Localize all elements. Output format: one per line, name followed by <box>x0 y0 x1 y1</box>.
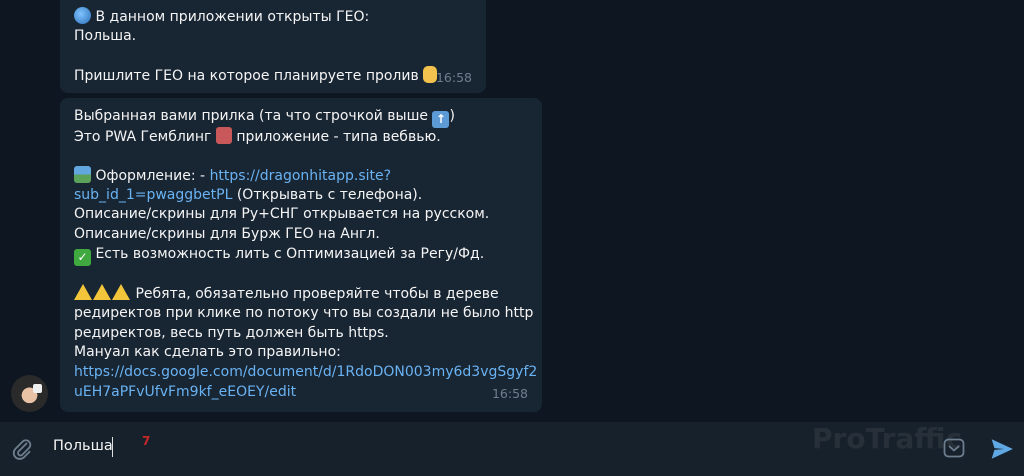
message-line <box>74 46 472 66</box>
message-line: В данном приложении открыты ГЕО: <box>74 7 472 27</box>
message-line <box>74 146 528 166</box>
design-link[interactable]: https://dragonhitapp.site? <box>210 168 392 184</box>
manual-link-cont[interactable]: uEH7aPFvUfvFm9kf_eEOEY/edit <box>74 383 528 403</box>
message-line: Пришлите ГЕО на которое планируете проли… <box>74 66 472 86</box>
message-input[interactable]: Польша <box>53 438 113 454</box>
message-time: 16:58 <box>435 70 472 86</box>
design-link-cont[interactable]: sub_id_1=pwaggbetPL <box>74 187 232 203</box>
message-composer: Польша 7 ProTraffic <box>0 422 1024 476</box>
warning-icon <box>74 284 92 301</box>
message-line: ✓ Есть возможность лить с Оптимизацией з… <box>74 245 528 266</box>
message-line: sub_id_1=pwaggbetPL (Открывать с телефон… <box>74 186 423 203</box>
message-line: Это PWA Гемблинг приложение - типа вебвь… <box>74 126 441 145</box>
text-caret <box>112 437 113 457</box>
up-arrow-icon: ↑ <box>432 111 450 128</box>
emoji-icon[interactable] <box>942 436 966 460</box>
manual-link[interactable]: https://docs.google.com/document/d/1RdoD… <box>74 363 537 383</box>
check-icon: ✓ <box>74 248 91 266</box>
message-line: Оформление: - https://dragonhitapp.site? <box>74 166 528 186</box>
avatar-badge <box>33 384 42 393</box>
globe-icon <box>74 7 91 24</box>
message-line: Польша. <box>74 27 137 44</box>
message-line: Мануал как сделать это правильно: <box>74 344 341 361</box>
message-line <box>74 265 528 285</box>
avatar[interactable] <box>11 375 48 412</box>
message-line: Описание/скрины для Ру+СНГ открывается н… <box>74 206 490 223</box>
red-annotation: 7 <box>142 434 151 448</box>
message-bubble[interactable]: В данном приложении открыты ГЕО: Польша.… <box>60 0 486 93</box>
watermark: ProTraffic <box>812 422 963 455</box>
paperclip-icon[interactable] <box>10 437 34 461</box>
message-line: редиректов при клике по потоку что вы со… <box>74 304 534 321</box>
picture-icon <box>74 166 91 184</box>
warning-icon <box>112 284 130 301</box>
message-line: Описание/скрины для Бурж ГЕО на Англ. <box>74 226 380 243</box>
send-icon[interactable] <box>989 436 1015 462</box>
message-time: 16:58 <box>491 386 528 402</box>
message-line: Ребята, обязательно проверяйте чтобы в д… <box>74 284 528 304</box>
message-line: Выбранная вами прилка (та что строчкой в… <box>74 108 455 128</box>
message-line: редиректов, весь путь должен быть https. <box>74 324 389 341</box>
message-bubble[interactable]: Выбранная вами прилка (та что строчкой в… <box>60 98 542 412</box>
warning-icon <box>93 284 111 301</box>
chat-history: В данном приложении открыты ГЕО: Польша.… <box>0 0 1024 422</box>
casino-icon <box>215 126 232 144</box>
